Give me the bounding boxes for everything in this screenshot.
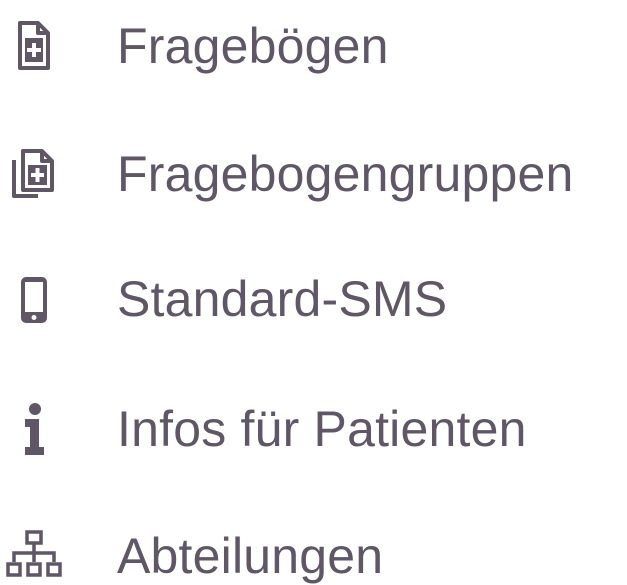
menu-item-fragebogengruppen[interactable]: Fragebogengruppen xyxy=(0,128,627,216)
menu-item-label: Fragebögen xyxy=(117,18,389,74)
menu-item-abteilungen[interactable]: Abteilungen xyxy=(0,510,627,585)
menu-item-label: Infos für Patienten xyxy=(117,401,527,457)
info-icon xyxy=(6,399,62,459)
file-plus-icon xyxy=(6,16,62,76)
side-menu: Fragebögen Fragebogengruppen Standard-SM… xyxy=(0,0,627,585)
menu-item-label: Standard-SMS xyxy=(117,271,448,327)
menu-item-infos-fuer-patienten[interactable]: Infos für Patienten xyxy=(0,383,627,471)
menu-item-frageboegen[interactable]: Fragebögen xyxy=(0,0,627,88)
files-plus-icon xyxy=(6,144,62,204)
sitemap-icon xyxy=(6,526,62,585)
menu-item-label: Abteilungen xyxy=(117,528,384,584)
menu-item-standard-sms[interactable]: Standard-SMS xyxy=(0,253,627,341)
menu-item-label: Fragebogengruppen xyxy=(117,146,574,202)
mobile-phone-icon xyxy=(6,269,62,329)
